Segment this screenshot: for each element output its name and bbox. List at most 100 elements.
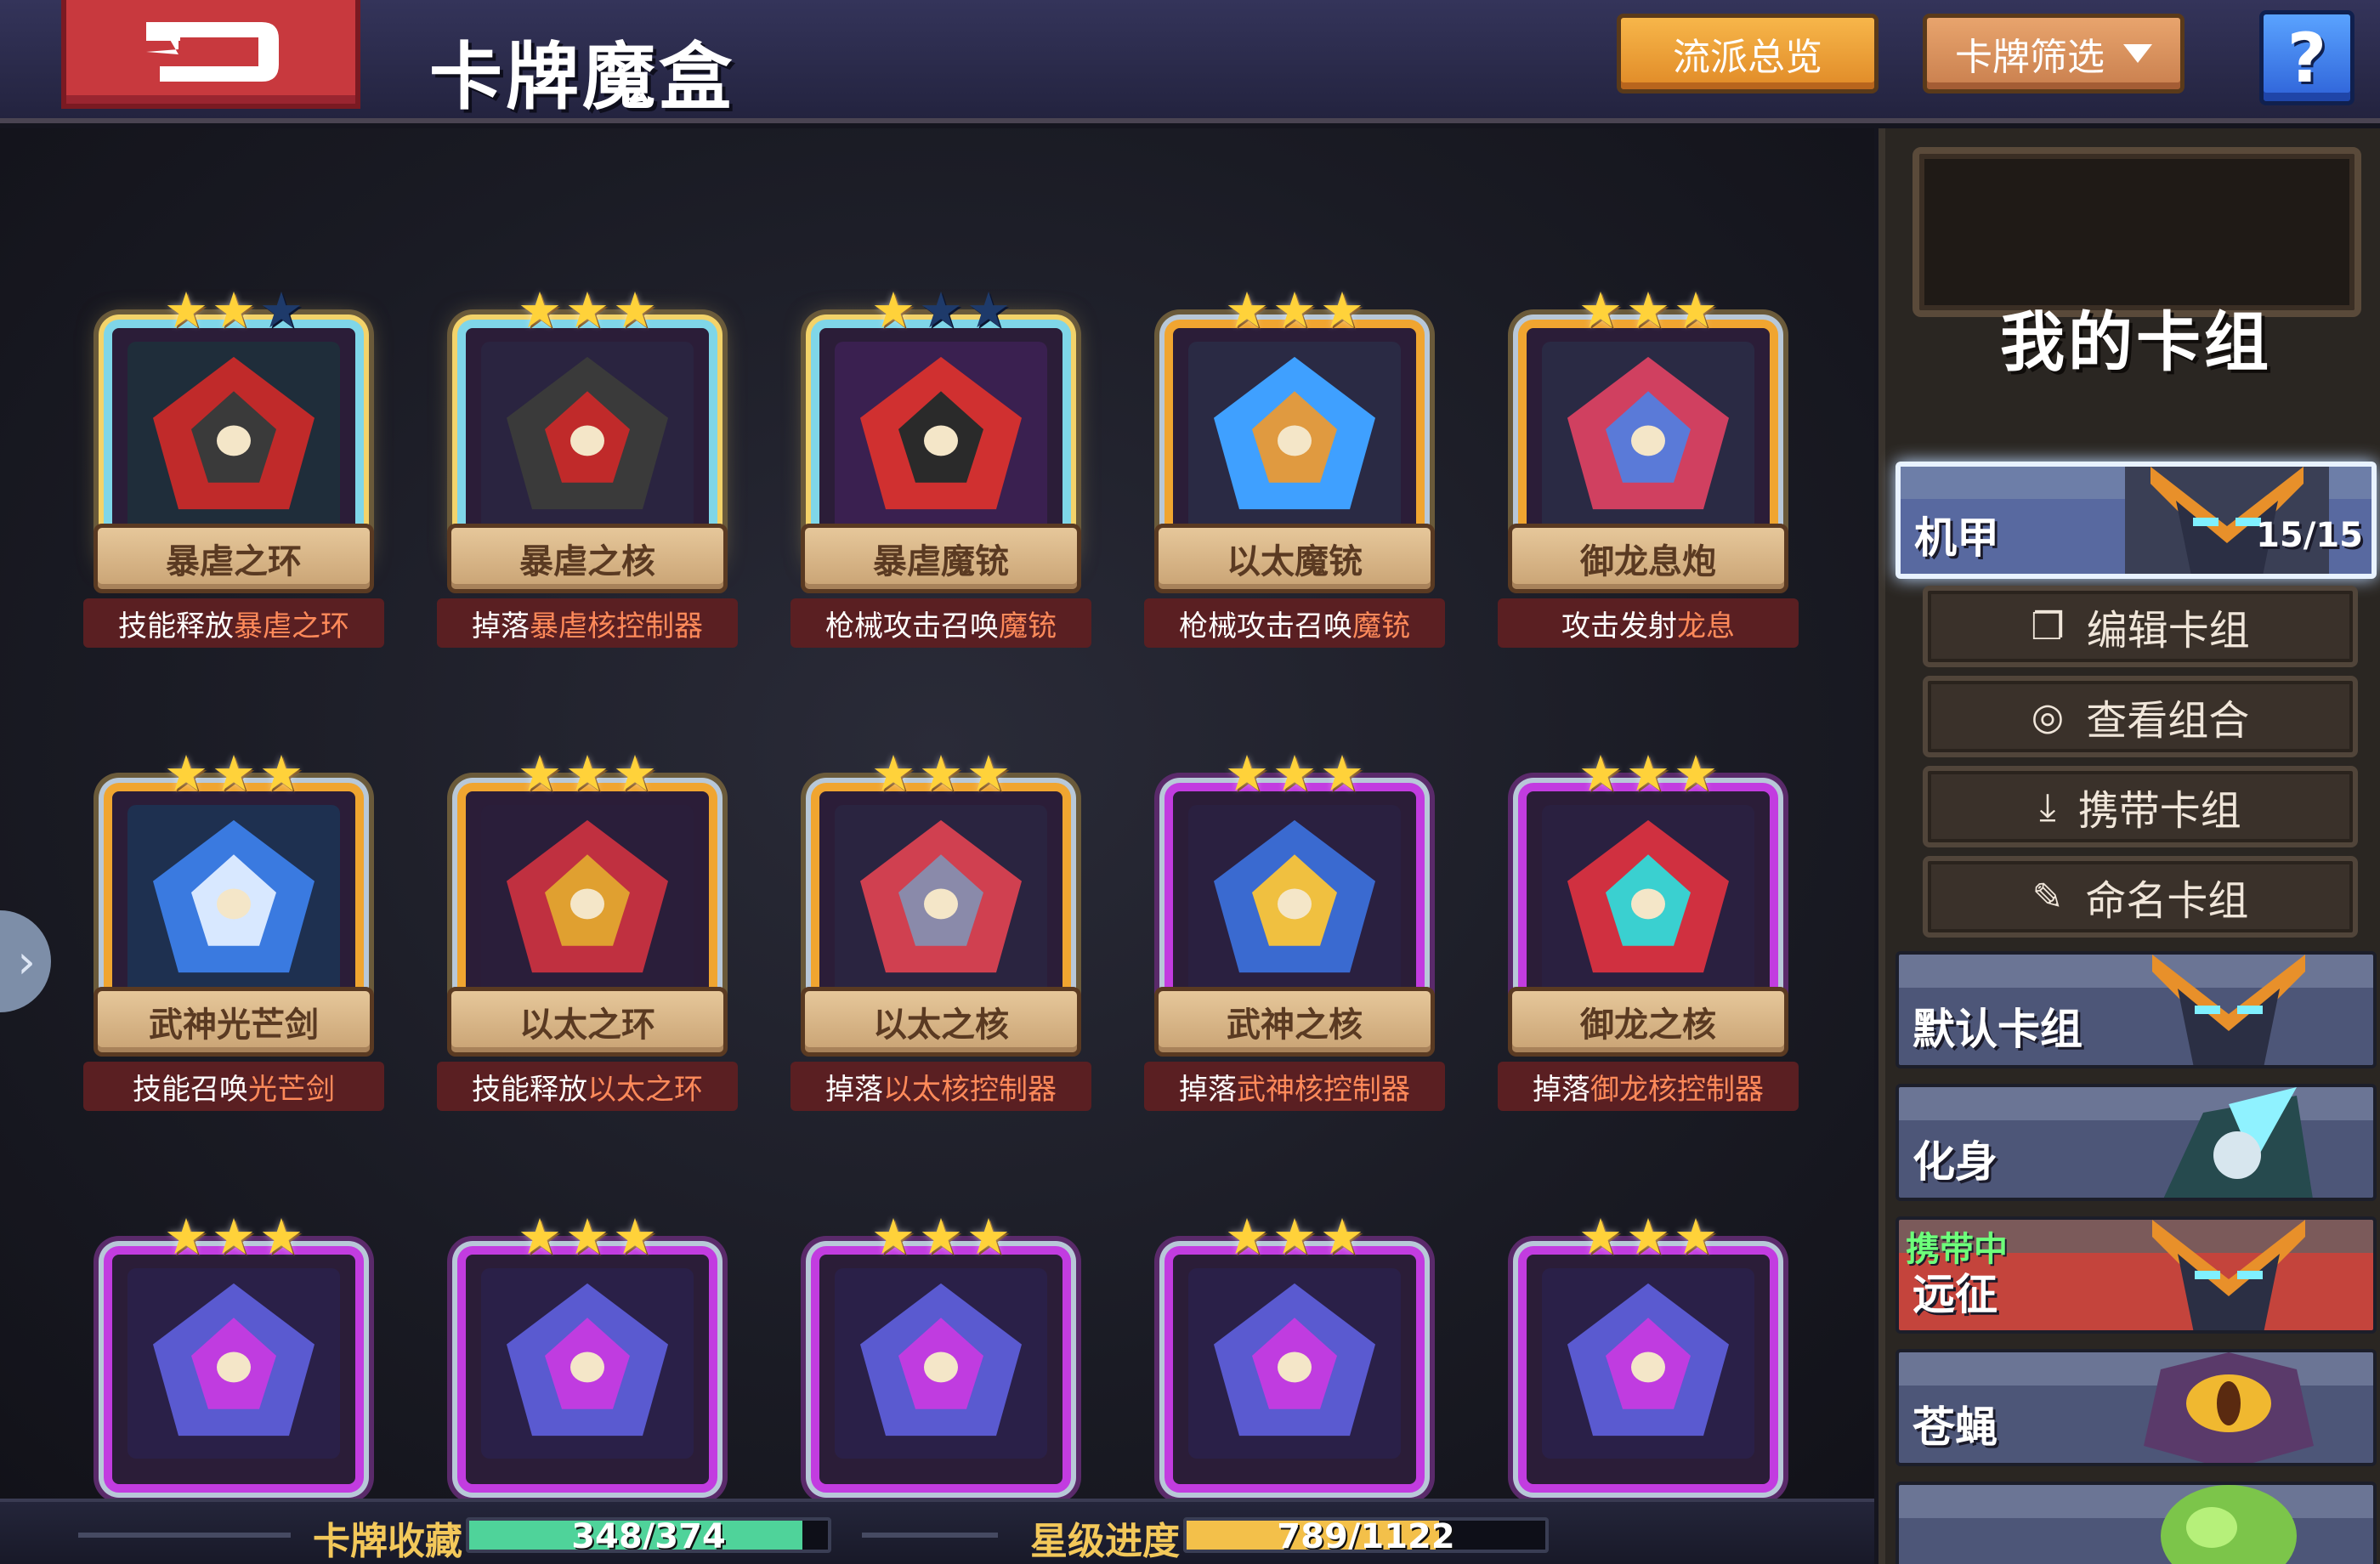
divider-line (78, 1533, 291, 1538)
card-item[interactable]: ★ ★ ★ 暴虐魔铳 枪械攻击召唤 魔铳 (790, 286, 1091, 651)
edit-deck-label: 编辑卡组 (2086, 607, 2250, 654)
carry-deck-button[interactable]: ⤓ 携带卡组 (1923, 766, 2358, 847)
mech-portrait-icon (2152, 1220, 2305, 1330)
sidebar-title: 我的卡组 (2000, 304, 2272, 380)
deck-item-default[interactable]: 默认卡组 (1896, 951, 2377, 1068)
card-item[interactable]: ★ ★ ★ (1508, 1212, 1788, 1499)
partial-art-icon (835, 1268, 1047, 1459)
card-item[interactable]: ★ ★ ★ 武神之核 掉落 武神核控制器 (1144, 745, 1445, 1114)
style-overview-button[interactable]: 流派总览 (1617, 14, 1878, 94)
card-description: 枪械攻击召唤 魔铳 (790, 598, 1091, 648)
card-frame (1164, 1246, 1425, 1493)
card-name: 暴虐之核 (447, 524, 728, 593)
deck-item-partial[interactable] (1896, 1482, 2377, 1564)
dragon-cannon-art-icon (1542, 342, 1754, 532)
card-item[interactable]: ★ ★ ★ 暴虐之核 掉落 暴虐核控制器 (437, 281, 738, 651)
star-icon: ★ (259, 281, 303, 339)
dragon-core-art-icon (1542, 805, 1754, 995)
rename-deck-button[interactable]: ✎ 命名卡组 (1923, 856, 2358, 938)
expand-panel-button[interactable]: › (0, 910, 51, 1012)
card-description-prefix: 技能释放 (118, 609, 234, 643)
star-rating: ★ ★ ★ (1576, 286, 1720, 337)
star-icon: ★ (565, 745, 609, 802)
star-icon: ★ (565, 281, 609, 339)
deck-item-fly[interactable]: 苍蝇 (1896, 1349, 2377, 1466)
top-bar: 卡牌魔盒 流派总览 卡牌筛选 ? (0, 0, 2380, 123)
mech-portrait-icon (2152, 955, 2305, 1065)
card-item[interactable]: ★ ★ ★ (447, 1212, 728, 1499)
view-combo-button[interactable]: ◎ 查看组合 (1923, 676, 2358, 757)
card-description-highlight: 御龙核控制器 (1590, 1072, 1764, 1107)
card-frame (457, 1246, 717, 1493)
card-description-prefix: 掉落 (1533, 1072, 1590, 1107)
ether-core-art-icon (835, 805, 1047, 995)
card-item[interactable]: ★ ★ ★ 御龙之核掉落 御龙核控制器 (1498, 749, 1799, 1114)
card-name: 暴虐魔铳 (801, 524, 1081, 593)
star-icon: ★ (1272, 745, 1317, 802)
card-grid: › ★ ★ ★ 暴虐之环 技能释放 暴虐之环 ★ ★ ★ 暴虐之核 掉落 暴虐核控制器 ★ ★ ★ 暴虐魔铳枪… (0, 128, 1874, 1499)
deck-name: 远征 (1912, 1270, 1998, 1319)
card-item[interactable]: ★ ★ ★ 御龙息炮 攻击发射 龙息 (1498, 286, 1799, 651)
star-icon: ★ (1320, 745, 1364, 802)
star-icon: ★ (1674, 745, 1718, 802)
card-item[interactable]: ★ ★ ★ 以太之环 技能释放 以太之环 (437, 745, 738, 1114)
card-description: 技能释放 暴虐之环 (83, 598, 384, 648)
card-description: 枪械攻击召唤 魔铳 (1144, 598, 1445, 648)
card-description: 技能释放 以太之环 (437, 1062, 738, 1111)
collection-value: 348/374 (571, 1517, 726, 1553)
sword-art-icon (128, 805, 340, 995)
partial-art-icon (1188, 1268, 1401, 1459)
card-description-highlight: 光芒剑 (248, 1072, 335, 1107)
card-description-highlight: 魔铳 (999, 609, 1057, 643)
card-description-prefix: 技能召唤 (133, 1072, 248, 1107)
ring-art-icon (128, 342, 340, 532)
divider-line (862, 1533, 998, 1538)
carry-deck-label: 携带卡组 (2077, 787, 2241, 835)
partial-art-icon (481, 1268, 694, 1459)
card-name: 御龙息炮 (1508, 524, 1788, 593)
star-icon: ★ (1626, 281, 1670, 339)
card-filter-dropdown[interactable]: 卡牌筛选 (1923, 14, 2184, 94)
card-item[interactable]: ★ ★ ★ 以太之核 掉落 以太核控制器 (790, 749, 1091, 1114)
star-rating: ★ ★ ★ (162, 749, 306, 800)
card-description: 技能召唤 光芒剑 (83, 1062, 384, 1111)
star-icon: ★ (518, 1208, 562, 1266)
card-item[interactable]: ★ ★ ★ (1154, 1212, 1435, 1499)
star-icon: ★ (212, 1208, 256, 1266)
deck-name: 默认卡组 (1912, 1005, 2082, 1054)
star-rating: ★ ★ ★ (869, 749, 1013, 800)
star-icon: ★ (966, 1208, 1011, 1266)
card-item[interactable]: ★ ★ ★ 以太魔铳 枪械攻击召唤 魔铳 (1144, 281, 1445, 651)
card-item[interactable]: ★ ★ ★ 武神光芒剑 技能召唤 光芒剑 (83, 749, 384, 1114)
card-description-prefix: 掉落 (472, 609, 530, 643)
card-description-highlight: 龙息 (1677, 609, 1735, 643)
style-overview-label: 流派总览 (1673, 36, 1822, 79)
card-item[interactable]: ★ ★ ★ (94, 1212, 374, 1499)
card-name: 御龙之核 (1508, 987, 1788, 1057)
star-icon: ★ (1674, 281, 1718, 339)
star-icon: ★ (871, 1208, 915, 1266)
edit-deck-button[interactable]: ❐ 编辑卡组 (1923, 586, 2358, 667)
chevron-right-icon: › (17, 934, 36, 989)
star-icon: ★ (518, 281, 562, 339)
card-filter-label: 卡牌筛选 (1955, 36, 2105, 79)
partial-art-icon (1542, 1268, 1754, 1459)
card-item[interactable]: ★ ★ ★ (801, 1212, 1081, 1499)
help-button[interactable]: ? (2259, 10, 2354, 105)
deck-item-expedition[interactable]: 携带中 远征 (1896, 1216, 2377, 1334)
card-description-prefix: 枪械攻击召唤 (1179, 609, 1352, 643)
card-frame (811, 1246, 1071, 1493)
deck-name: 机甲 (1914, 513, 1999, 563)
ether-ring-art-icon (481, 805, 694, 995)
star-rating: ★ ★ ★ (1576, 1212, 1720, 1263)
deck-item-active[interactable]: 机甲 15/15 (1896, 462, 2377, 579)
back-button[interactable] (61, 0, 360, 109)
star-icon: ★ (1626, 745, 1670, 802)
deck-item-avatar[interactable]: 化身 (1896, 1084, 2377, 1201)
star-icon: ★ (1225, 1208, 1269, 1266)
card-item[interactable]: ★ ★ ★ 暴虐之环 技能释放 暴虐之环 (83, 281, 384, 651)
pencil-icon: ✎ (2032, 875, 2064, 919)
card-name: 暴虐之环 (94, 524, 374, 593)
star-icon: ★ (1272, 281, 1317, 339)
star-rating: ★ ★ ★ (1576, 749, 1720, 800)
